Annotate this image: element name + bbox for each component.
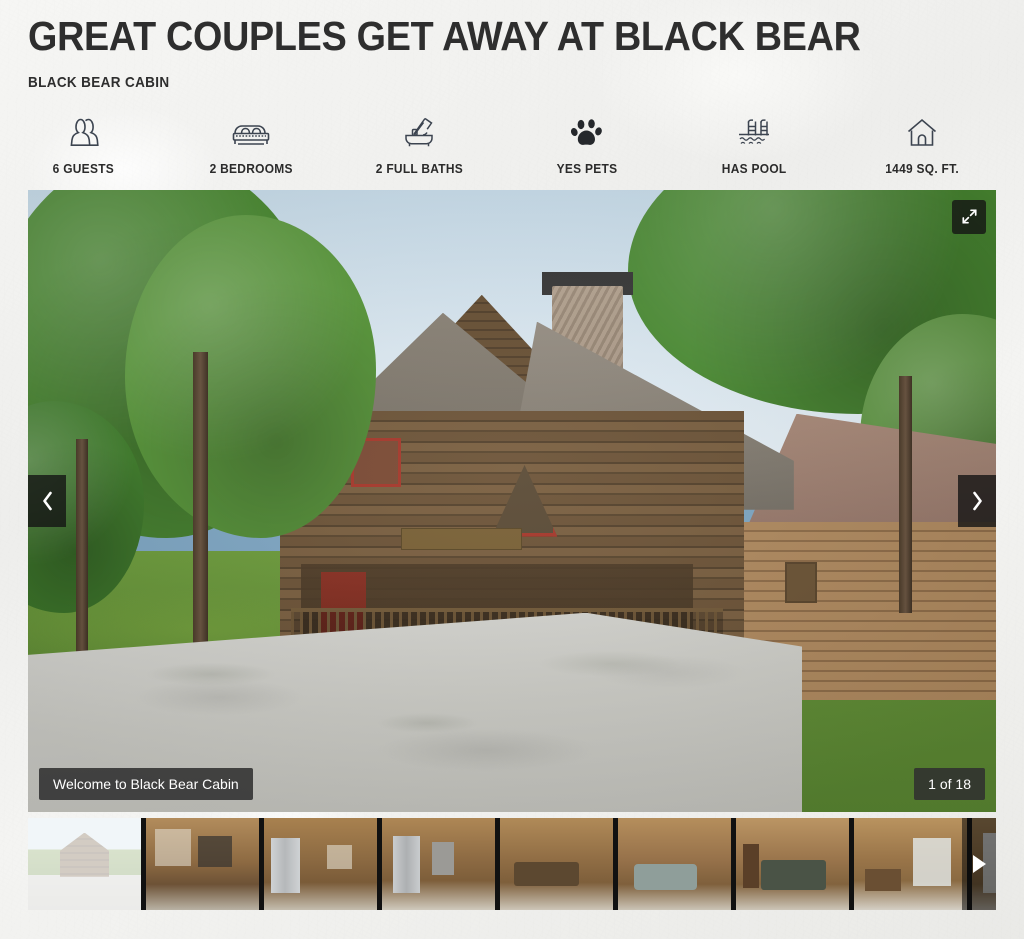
feature-baths: 2 FULL BATHS	[335, 113, 503, 176]
bathtub-icon	[401, 113, 437, 149]
image-counter: 1 of 18	[914, 767, 985, 800]
thumbnail-bathroom[interactable]	[854, 817, 967, 910]
thumbnail-exterior[interactable]	[28, 817, 141, 910]
thumbnail-living-room[interactable]	[146, 817, 259, 910]
thumbnail-lounge[interactable]	[618, 817, 731, 910]
image-gallery[interactable]: Welcome to Black Bear Cabin 1 of 18	[28, 189, 996, 812]
thumbnail-strip[interactable]	[28, 817, 996, 910]
thumbnail-image	[854, 817, 967, 910]
thumbnail-dining[interactable]	[500, 817, 613, 910]
thumbnail-kitchen[interactable]	[264, 817, 377, 910]
thumbnail-image	[146, 817, 259, 910]
triangle-right-icon	[972, 854, 986, 873]
thumbnail-image	[736, 817, 849, 910]
house-icon	[905, 113, 939, 149]
thumbnail-bedroom[interactable]	[736, 817, 849, 910]
thumbnail-image	[264, 817, 377, 910]
thumbnail-kitchen-2[interactable]	[382, 817, 495, 910]
page-title: GREAT COUPLES GET AWAY AT BLACK BEAR	[28, 13, 861, 59]
thumbnail-image	[618, 817, 731, 910]
thumbnail-image	[500, 817, 613, 910]
gallery-prev-button[interactable]	[28, 474, 66, 527]
pool-icon	[735, 113, 773, 149]
neighbor-window	[784, 562, 817, 603]
guests-icon	[66, 113, 102, 149]
feature-label: 2 FULL BATHS	[375, 160, 463, 176]
feature-pets: YES PETS	[503, 113, 671, 176]
paw-icon	[570, 113, 604, 149]
feature-square-footage: 1449 SQ. FT.	[838, 113, 1006, 176]
feature-label: 6 GUESTS	[53, 160, 115, 176]
image-caption: Welcome to Black Bear Cabin	[39, 767, 253, 800]
feature-guests: 6 GUESTS	[0, 113, 168, 176]
cabin-name-subtitle: BLACK BEAR CABIN	[28, 73, 170, 91]
feature-label: YES PETS	[556, 160, 618, 176]
hero-image	[28, 189, 996, 812]
tree-trunk	[899, 376, 912, 613]
feature-bedrooms: 2 BEDROOMS	[168, 113, 336, 176]
thumbnail-image	[382, 817, 495, 910]
cabin-sign	[401, 527, 523, 551]
thumbnail-image	[28, 817, 141, 910]
gallery-next-button[interactable]	[958, 474, 996, 527]
thumbnail-next-button[interactable]	[962, 817, 996, 910]
expand-icon[interactable]	[952, 199, 986, 234]
feature-label: 2 BEDROOMS	[209, 160, 294, 176]
feature-label: 1449 SQ. FT.	[885, 160, 960, 176]
feature-label: HAS POOL	[722, 160, 787, 176]
listing-page: GREAT COUPLES GET AWAY AT BLACK BEAR BLA…	[0, 0, 1024, 939]
bed-icon	[230, 113, 272, 149]
feature-pool: HAS POOL	[671, 113, 839, 176]
feature-summary-row: 6 GUESTS 2 BEDROOMS 2 FULL BATHS YES PET…	[0, 113, 1024, 176]
header: GREAT COUPLES GET AWAY AT BLACK BEAR BLA…	[0, 0, 1024, 91]
